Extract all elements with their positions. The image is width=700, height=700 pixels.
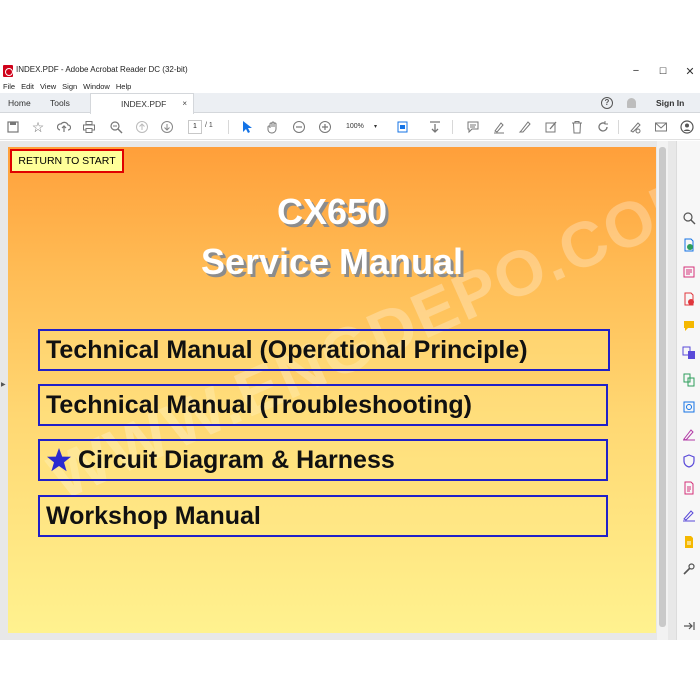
star-icon [47,448,71,472]
toolbar-divider [452,120,453,134]
page-up-icon[interactable] [135,120,149,134]
zoom-level-select[interactable]: 100% ▾ [346,121,384,133]
edit-pdf-icon[interactable] [682,265,696,279]
window-title: INDEX.PDF - Adobe Acrobat Reader DC (32-… [16,65,188,74]
fill-sign-icon[interactable] [682,427,696,441]
toolbar-divider [618,120,619,134]
create-pdf-icon[interactable] [682,292,696,306]
tab-tools[interactable]: Tools [50,93,70,113]
toolbar-divider [228,120,229,134]
page-down-icon[interactable] [160,120,174,134]
help-icon[interactable]: ? [601,97,613,109]
vertical-scrollbar[interactable] [657,141,668,640]
scroll-mode-icon[interactable] [428,120,442,134]
document-title-model: CX650 [276,191,388,232]
close-window-button[interactable]: ✕ [676,62,700,80]
sign-in-button[interactable]: Sign In [656,98,684,108]
hand-icon[interactable] [266,120,280,134]
fill-sign-icon[interactable] [628,120,642,134]
return-to-start-button[interactable]: RETURN TO START [10,149,124,173]
save-icon[interactable] [6,120,20,134]
collapse-panel-icon[interactable] [682,619,696,633]
menu-window[interactable]: Window [80,82,113,91]
menu-edit[interactable]: Edit [18,82,37,91]
protect-icon[interactable] [682,454,696,468]
link-operational-principle[interactable]: Technical Manual (Operational Principle) [38,329,610,371]
page-number-input[interactable]: 1 [188,120,202,134]
close-tab-icon[interactable]: × [182,99,187,108]
comment-icon[interactable] [466,120,480,134]
link-circuit-diagram[interactable]: Circuit Diagram & Harness [38,439,608,481]
print-icon[interactable] [82,120,96,134]
notification-bell-icon[interactable] [627,98,636,108]
menu-file[interactable]: File [0,82,18,91]
draw-icon[interactable] [518,120,532,134]
account-icon[interactable] [680,120,694,134]
highlight-pen-icon[interactable] [492,120,506,134]
link-workshop-manual[interactable]: Workshop Manual [38,495,608,537]
left-panel-toggle-icon[interactable]: ▶ [1,381,6,388]
link-troubleshooting[interactable]: Technical Manual (Troubleshooting) [38,384,608,426]
right-tools-panel [676,141,700,640]
main-toolbar: ☆ 1 / 1 100% ▾ [0,114,700,140]
tab-bar: Home Tools INDEX.PDF × ? Sign In [0,93,700,114]
search-zoom-icon[interactable] [682,211,696,225]
fit-page-icon[interactable] [396,120,410,134]
tab-home[interactable]: Home [8,93,31,113]
sign-icon[interactable] [544,120,558,134]
acrobat-app-icon [3,65,13,77]
rotate-icon[interactable] [596,120,610,134]
upload-cloud-icon[interactable] [57,120,71,134]
email-icon[interactable] [654,120,668,134]
zoom-search-icon[interactable] [109,120,123,134]
menu-bar: File Edit View Sign Window Help [0,80,134,92]
sign-icon[interactable] [682,508,696,522]
select-arrow-icon[interactable] [240,120,254,134]
more-tools-icon[interactable] [682,535,696,549]
acrobat-window: INDEX.PDF - Adobe Acrobat Reader DC (32-… [0,62,700,640]
chevron-down-icon: ▾ [374,124,378,130]
tab-document[interactable]: INDEX.PDF × [90,93,194,114]
send-file-icon[interactable] [682,481,696,495]
pdf-page: WWW.ENGDEPO.COM RETURN TO START CX650 Se… [8,147,656,633]
document-viewport[interactable]: ▶ WWW.ENGDEPO.COM RETURN TO START CX650 … [0,141,676,640]
organize-pages-icon[interactable] [682,373,696,387]
menu-sign[interactable]: Sign [59,82,80,91]
trash-icon[interactable] [570,120,584,134]
menu-view[interactable]: View [37,82,59,91]
zoom-level-value: 100% [346,123,364,130]
maximize-button[interactable]: ☐ [649,62,677,80]
export-pdf-icon[interactable] [682,238,696,252]
zoom-out-icon[interactable] [292,120,306,134]
link-circuit-diagram-label: Circuit Diagram & Harness [78,445,395,474]
enhance-scans-icon[interactable] [682,400,696,414]
comment-icon[interactable] [682,319,696,333]
tab-document-label: INDEX.PDF [121,99,167,109]
tools-settings-icon[interactable] [682,562,696,576]
title-bar: INDEX.PDF - Adobe Acrobat Reader DC (32-… [0,62,700,80]
page-total: / 1 [205,122,213,129]
scrollbar-thumb[interactable] [659,147,666,627]
menu-help[interactable]: Help [113,82,134,91]
document-title-manual: Service Manual [200,241,464,282]
minimize-button[interactable]: − [622,62,650,80]
combine-files-icon[interactable] [682,346,696,360]
bookmark-star-icon[interactable]: ☆ [31,119,45,135]
zoom-in-icon[interactable] [318,120,332,134]
